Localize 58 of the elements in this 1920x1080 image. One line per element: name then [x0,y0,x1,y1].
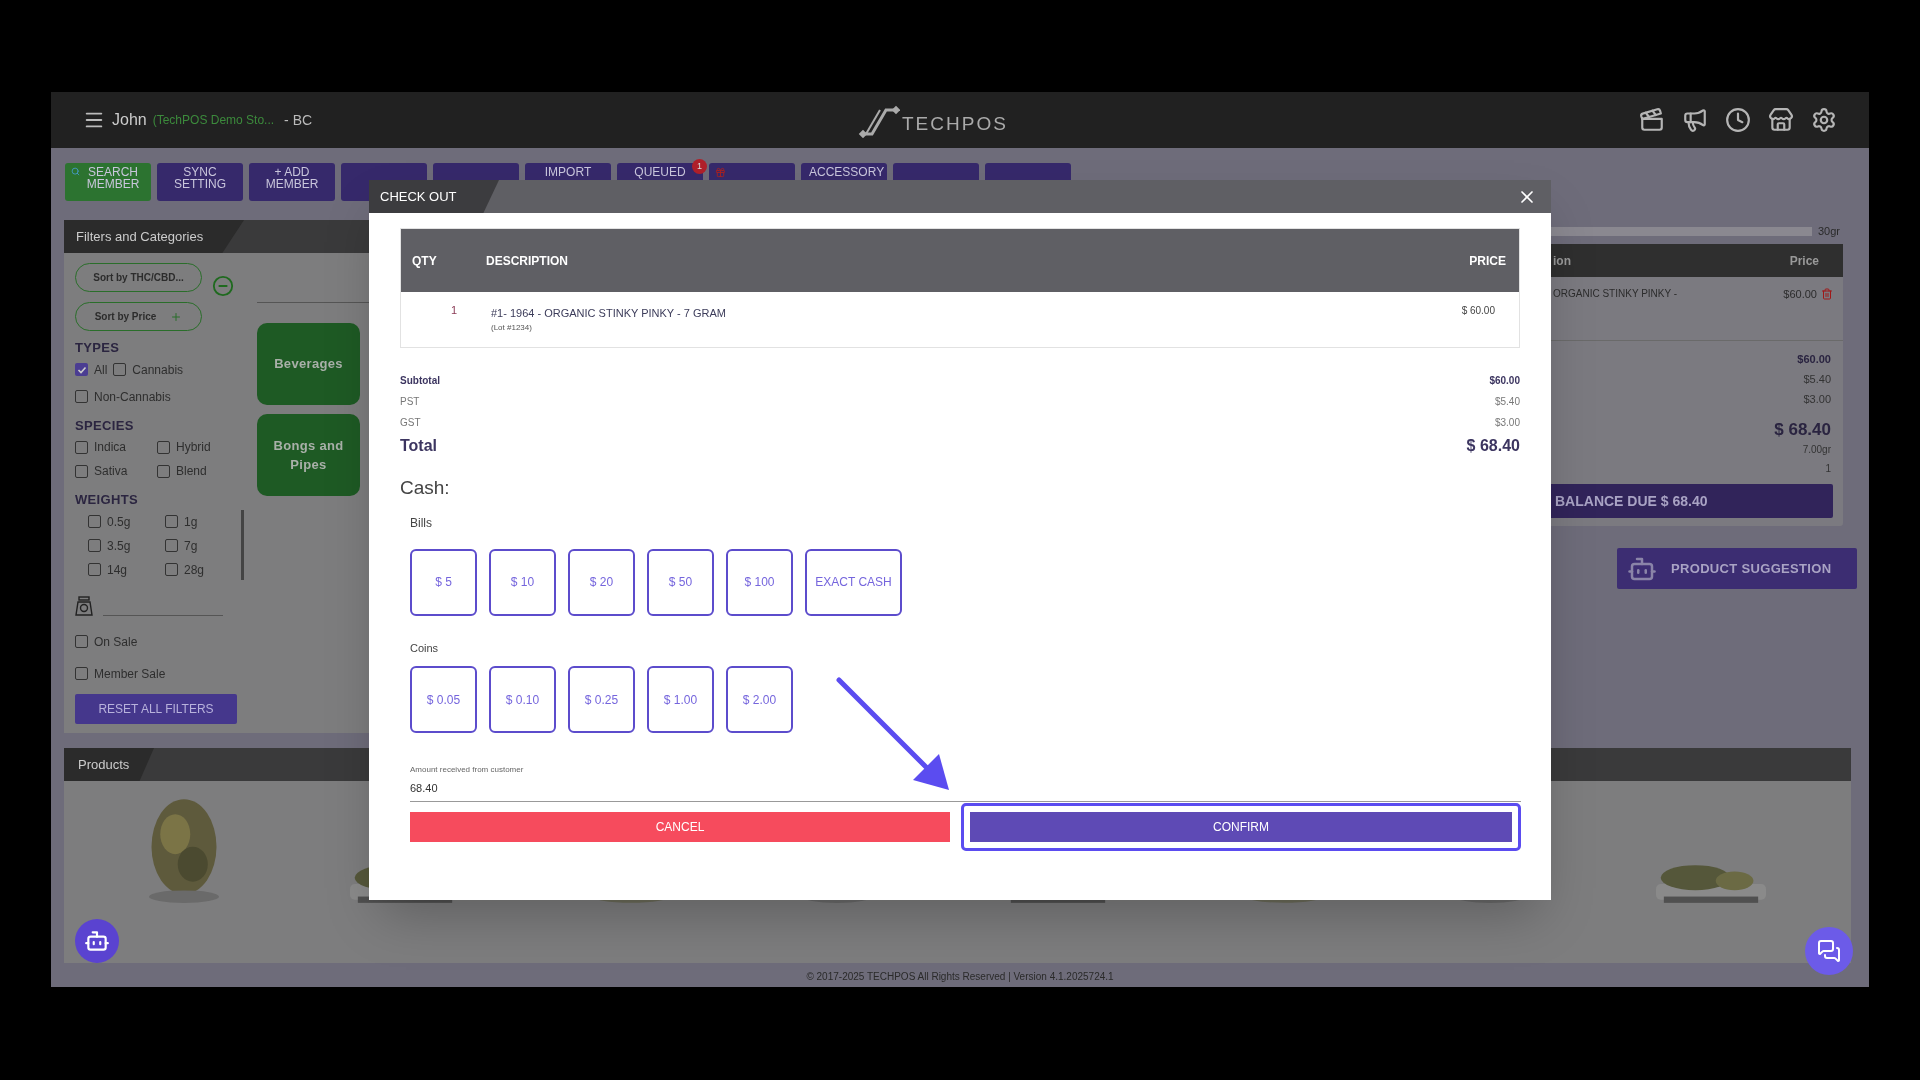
summary-label: Subtotal [400,374,440,388]
checkbox-label: 28g [184,561,205,579]
section-heading: SPECIES [75,416,135,435]
summary-label: GST [400,416,421,430]
section-heading: WEIGHTS [75,491,139,509]
payment-heading: Cash: [400,476,451,500]
checkbox-label: Sativa [94,463,128,480]
cart-total: $60.00 [1797,352,1831,367]
checkbox-label: Member Sale [94,665,166,683]
section-heading: TYPES [75,339,121,357]
column-header: QTY [411,252,438,270]
checkbox-label: Indica [94,439,127,456]
bills-label: Bills [410,514,433,532]
checkbox-label: On Sale [94,633,138,651]
checkbox-label: Non-Cannabis [94,388,171,406]
checkbox-label: Hybrid [176,439,211,456]
weight-limit: 30gr [1817,223,1841,239]
column-header: ion [1552,252,1571,270]
cart-total: $ 68.40 [1774,419,1831,441]
cart-total: $5.40 [1803,372,1831,387]
summary-value: $ 68.40 [1466,436,1520,456]
description-cell-text: #1- 1964 - ORGANIC STINKY PINKY - 7 GRAM [491,306,727,321]
cart-item-name: ORGANIC STINKY PINKY - [1552,287,1678,301]
logo-text: TECHPOS [902,112,1008,136]
summary-value: $3.00 [1494,416,1520,430]
summary-label: PST [400,395,420,409]
column-header: PRICE [1469,252,1507,270]
lot-number: (Lot #1234) [491,321,533,334]
panel-title: Products [64,748,154,781]
checkbox-label: 1g [184,513,198,531]
dialog-title: CHECK OUT [369,180,499,213]
quantity-cell-text: 1 [450,303,459,318]
cart-total: 1 [1825,462,1831,476]
coins-label: Coins [410,640,440,656]
field-label: Amount received from customer [410,764,525,776]
column-header: Price [1789,252,1820,270]
checkbox-label: Blend [176,463,207,480]
checkbox-label: 3.5g [107,537,131,555]
summary-value: $5.40 [1494,395,1520,409]
price-cell-text: $ 60.00 [1461,304,1496,318]
summary-label: Total [400,436,438,456]
region-label: - BC [284,110,313,130]
summary-value: $60.00 [1489,374,1520,388]
field-value: 68.40 [410,781,439,796]
column-header: DESCRIPTION [486,252,569,270]
cart-total: $3.00 [1803,392,1831,407]
checkbox-label: 7g [184,537,198,555]
cart-total: 7.00gr [1802,443,1831,457]
cart-item-price: $60.00 [1783,287,1817,302]
store-name: (TechPOS Demo Sto... [152,112,275,129]
checkbox-label: 14g [107,561,128,579]
checkbox-label: Cannabis [132,361,184,379]
panel-title: Filters and Categories [64,220,244,253]
checkbox-label: 0.5g [107,513,131,531]
user-name: John [112,110,147,130]
copyright-text: © 2017-2025 TECHPOS All Rights Reserved | Version 4.1.2025724.1 [805,970,1115,984]
checkbox-label: All [94,361,108,379]
count-badge: 1 [692,159,707,174]
